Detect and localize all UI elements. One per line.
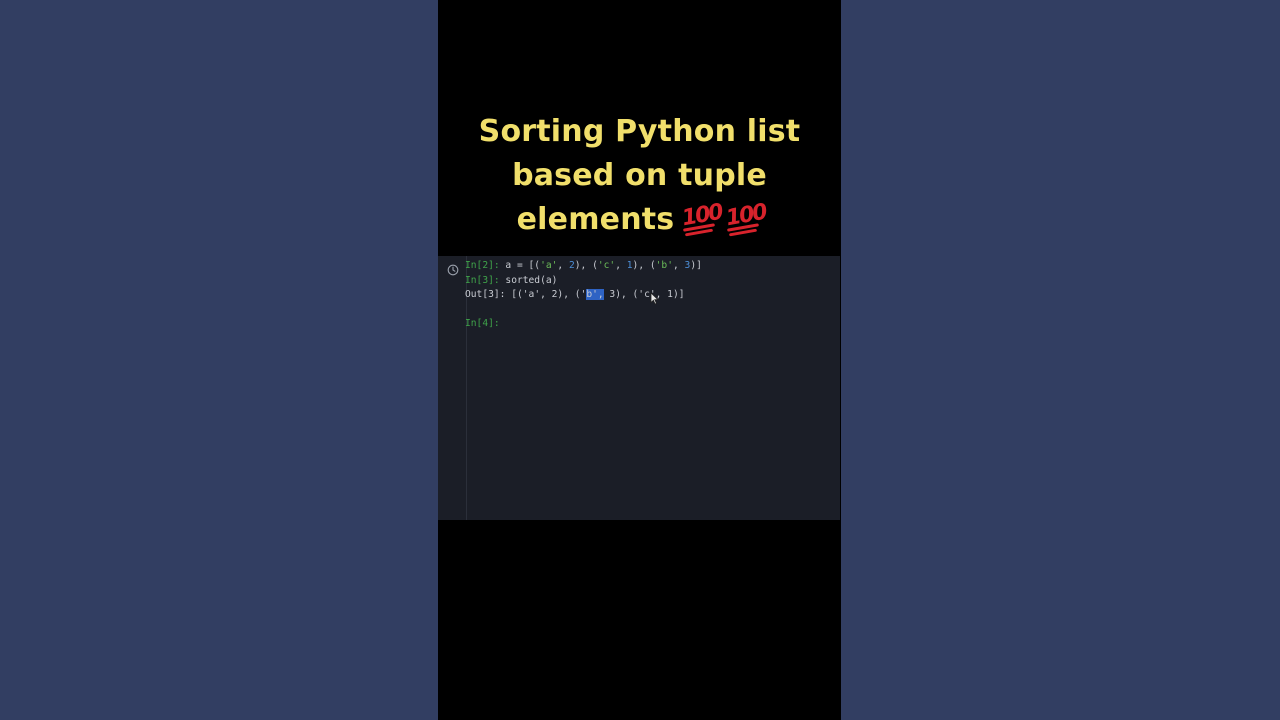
console-line: In[2]: a = [('a', 2), ('c', 1), ('b', 3)… bbox=[465, 259, 702, 274]
code-token: )] bbox=[690, 260, 702, 271]
console-line: In[3]: sorted(a) bbox=[465, 274, 702, 289]
code-token: , bbox=[615, 260, 627, 271]
title-line-3: elements 100 100 bbox=[438, 198, 841, 242]
code-token: 'c' bbox=[597, 260, 616, 271]
console-line: Out[3]: [('a', 2), ('b', 3), ('c', 1)] bbox=[465, 288, 702, 303]
mouse-cursor-icon bbox=[650, 292, 659, 305]
output-prompt: Out[3]: bbox=[465, 289, 506, 300]
selected-text: b', bbox=[586, 289, 604, 300]
title-line-1: Sorting Python list bbox=[478, 114, 801, 149]
input-prompt: In[3]: bbox=[465, 274, 500, 286]
hundred-points-icon: 100 bbox=[680, 199, 724, 236]
code-token: , bbox=[672, 260, 685, 271]
code-token: 'b' bbox=[655, 260, 673, 271]
code-token: ), ( bbox=[632, 260, 656, 271]
code-token: ), ( bbox=[574, 260, 598, 271]
ipython-console[interactable]: In[2]: a = [('a', 2), ('c', 1), ('b', 3)… bbox=[438, 256, 840, 520]
code-token: [('a', 2), (' bbox=[505, 289, 587, 300]
console-line: In[4]: bbox=[465, 317, 702, 332]
code-token: 3), ('c', 1)] bbox=[603, 289, 685, 300]
video-title: Sorting Python list based on tuple eleme… bbox=[438, 110, 841, 242]
video-frame: Sorting Python list based on tuple eleme… bbox=[438, 0, 841, 720]
code-token: sorted(a) bbox=[499, 274, 558, 286]
code-token: 'a' bbox=[540, 260, 558, 271]
clock-icon bbox=[447, 264, 459, 276]
input-prompt: In[2]: bbox=[465, 260, 500, 271]
code-token: a = [( bbox=[499, 260, 541, 271]
code-token: , bbox=[557, 260, 569, 271]
console-gutter bbox=[438, 256, 467, 520]
title-line-2: based on tuple bbox=[512, 158, 767, 193]
input-prompt: In[4]: bbox=[465, 318, 500, 329]
title-line-3-text: elements bbox=[516, 202, 675, 237]
left-backdrop bbox=[0, 0, 438, 720]
console-output[interactable]: In[2]: a = [('a', 2), ('c', 1), ('b', 3)… bbox=[465, 259, 702, 332]
right-backdrop bbox=[841, 0, 1280, 720]
hundred-points-icon: 100 bbox=[724, 199, 768, 236]
